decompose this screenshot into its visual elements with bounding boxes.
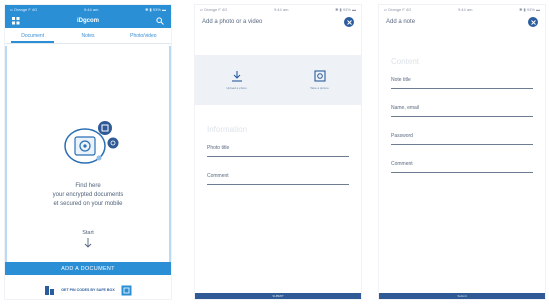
screen-header: Add a note	[379, 14, 545, 30]
app-title: iDgcom	[76, 18, 99, 24]
banner-text: GET PIN CODES BY SAFE BOX	[61, 288, 115, 292]
information-heading: Information	[207, 125, 248, 134]
documents-screen: •• Orange F 4G 9:44 am ✱ ▮ 93% ▬ iDgcom …	[4, 4, 172, 300]
tab-bar: Document Notes Photo/video	[5, 28, 171, 44]
add-document-button[interactable]: ADD A DOCUMENT	[5, 262, 171, 275]
pin-codes-banner[interactable]: GET PIN CODES BY SAFE BOX	[5, 281, 171, 299]
building-icon	[45, 285, 55, 295]
tab-document[interactable]: Document	[5, 28, 60, 43]
name-email-field[interactable]: Name, email	[391, 105, 533, 117]
clock-label: 9:44 am	[273, 7, 289, 12]
message-line: your encrypted documents	[52, 192, 124, 198]
photo-title-field[interactable]: Photo title	[207, 145, 349, 157]
status-bar: •• Orange F 4G 9:44 am ✱ ▮ 93% ▬	[379, 5, 545, 14]
message-line: et secured on your mobile	[53, 201, 123, 207]
carrier-label: •• Orange F 4G	[10, 7, 38, 12]
screen-header: Add a photo or a video	[195, 14, 361, 30]
clock-label: 9:44 am	[83, 7, 99, 12]
add-photo-screen: •• Orange F 4G 9:44 am ✱ ▮ 93% ▬ Add a p…	[194, 4, 362, 300]
encrypted-safe-icon	[64, 121, 119, 164]
password-field[interactable]: Password	[391, 133, 533, 145]
start-label: Start	[82, 230, 94, 236]
battery-label: ✱ ▮ 93% ▬	[335, 7, 356, 12]
screen-title: Add a photo or a video	[202, 19, 263, 25]
comment-field[interactable]: Comment	[207, 173, 349, 185]
documents-empty-state: Find here your encrypted documents et se…	[5, 46, 171, 262]
close-icon[interactable]	[344, 17, 354, 27]
search-icon[interactable]	[155, 16, 165, 26]
grid-menu-icon[interactable]	[11, 16, 21, 26]
comment-field[interactable]: Comment	[391, 161, 533, 173]
status-bar: •• Orange F 4G 9:44 am ✱ ▮ 93% ▬	[5, 5, 171, 14]
take-picture-label: Take a picture	[310, 86, 329, 90]
media-picker: Upload a photo Take a picture	[195, 55, 361, 105]
upload-photo-label: Upload a photo	[226, 86, 247, 90]
tab-notes[interactable]: Notes	[60, 28, 115, 43]
app-header: iDgcom	[5, 14, 171, 28]
tab-photo-video[interactable]: Photo/video	[116, 28, 171, 43]
carrier-label: •• Orange F 4G	[200, 7, 228, 12]
submit-button[interactable]: SUBMIT	[195, 293, 361, 299]
carrier-label: •• Orange F 4G	[384, 7, 412, 12]
clock-label: 9:44 am	[457, 7, 473, 12]
upload-photo-option[interactable]: Upload a photo	[195, 55, 278, 105]
download-icon	[231, 71, 242, 82]
close-icon[interactable]	[528, 17, 538, 27]
arrow-down-icon	[7, 238, 169, 248]
empty-state-message: Find here your encrypted documents et se…	[7, 182, 169, 209]
submit-button[interactable]: Submit	[379, 293, 545, 299]
camera-icon	[313, 70, 326, 82]
battery-label: ✱ ▮ 93% ▬	[145, 7, 166, 12]
message-line: Find here	[75, 183, 101, 189]
safe-box-icon	[121, 285, 132, 295]
note-title-field[interactable]: Note title	[391, 77, 533, 89]
take-picture-option[interactable]: Take a picture	[278, 55, 361, 105]
add-note-screen: •• Orange F 4G 9:44 am ✱ ▮ 93% ▬ Add a n…	[378, 4, 546, 300]
status-bar: •• Orange F 4G 9:44 am ✱ ▮ 93% ▬	[195, 5, 361, 14]
screen-title: Add a note	[386, 19, 416, 25]
battery-label: ✱ ▮ 93% ▬	[519, 7, 540, 12]
content-heading: Content	[391, 57, 420, 66]
